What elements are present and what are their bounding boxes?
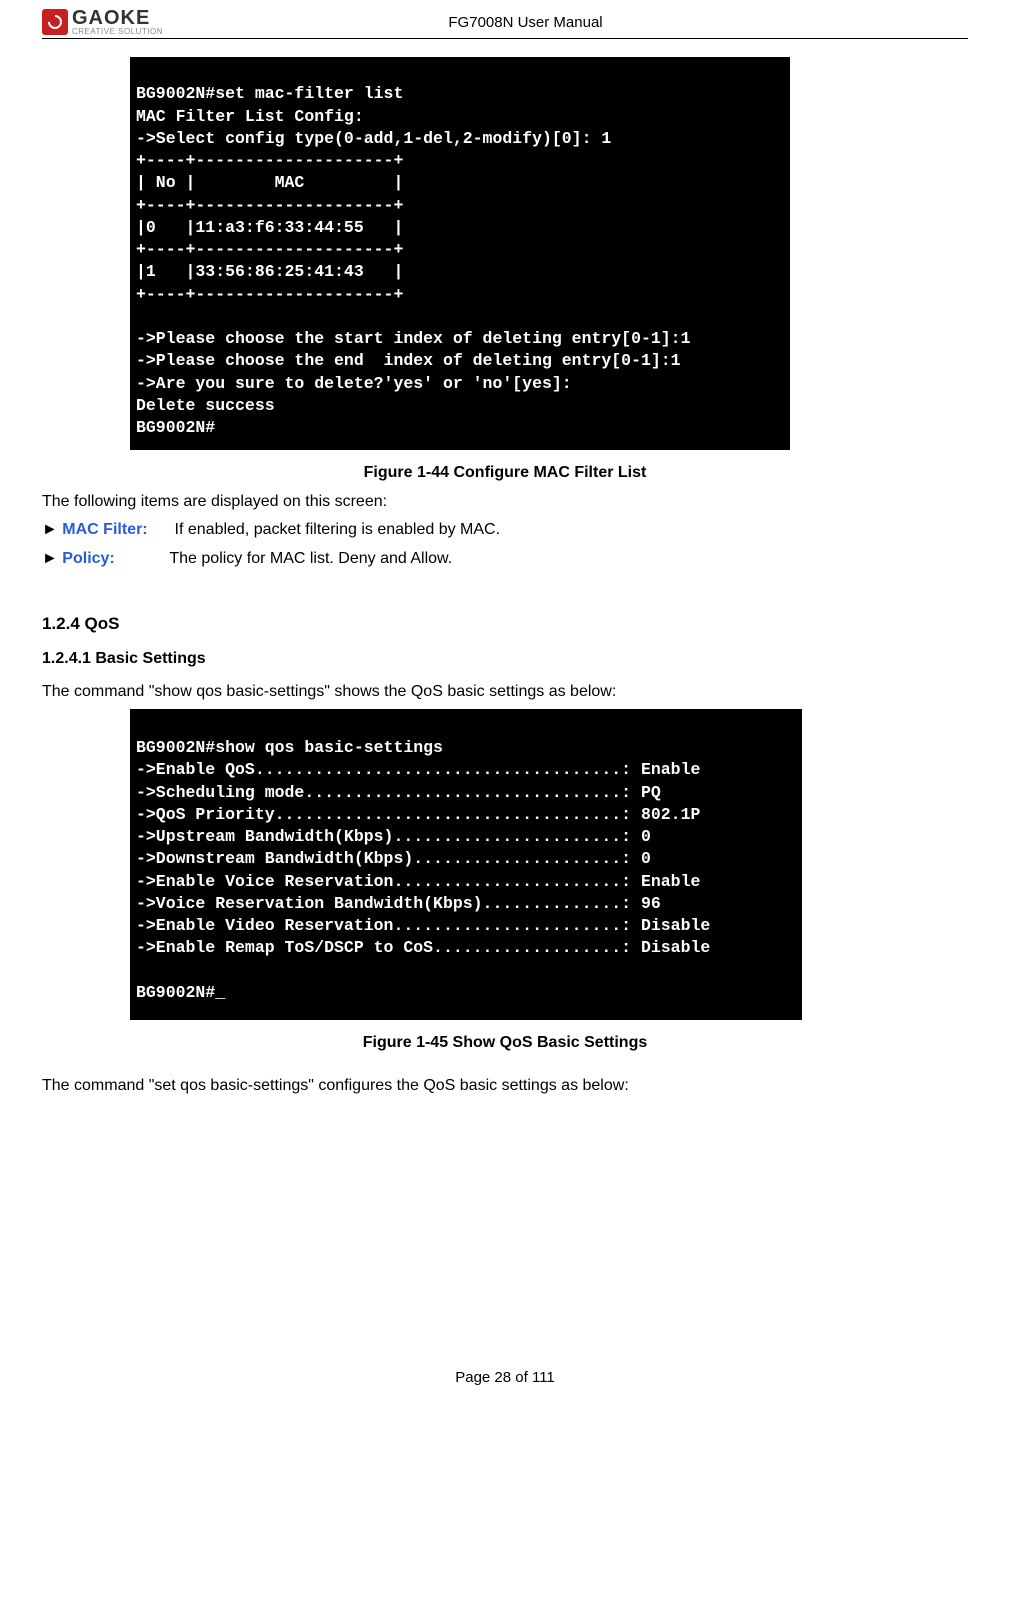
intro-text-3: The command "set qos basic-settings" con… — [42, 1074, 968, 1099]
terminal-line: +----+--------------------+ — [136, 196, 403, 215]
terminal-line: MAC Filter List Config: — [136, 107, 364, 126]
terminal-line: +----+--------------------+ — [136, 240, 403, 259]
terminal-line: ->Please choose the end index of deletin… — [136, 351, 681, 370]
intro-text-2: The command "show qos basic-settings" sh… — [42, 680, 968, 705]
terminal-line: BG9002N#show qos basic-settings — [136, 738, 443, 757]
terminal-line: ->Enable Video Reservation..............… — [136, 916, 710, 935]
bullet-desc: The policy for MAC list. Deny and Allow. — [169, 550, 452, 567]
section-heading-qos: 1.2.4 QoS — [42, 614, 968, 634]
terminal-line: ->Voice Reservation Bandwidth(Kbps).....… — [136, 894, 661, 913]
logo: GAOKE CREATIVE SOLUTION — [42, 8, 163, 36]
terminal-mac-filter: BG9002N#set mac-filter list MAC Filter L… — [130, 57, 790, 450]
bullet-label: Policy: — [62, 550, 114, 567]
logo-icon — [42, 9, 68, 35]
terminal-line: |0 |11:a3:f6:33:44:55 | — [136, 218, 403, 237]
terminal-line: ->Enable Voice Reservation..............… — [136, 872, 700, 891]
bullet-arrow-icon: ► — [42, 521, 58, 538]
bullet-arrow-icon: ► — [42, 550, 58, 567]
terminal-line: BG9002N#set mac-filter list — [136, 84, 403, 103]
figure-caption-1: Figure 1-44 Configure MAC Filter List — [42, 464, 968, 482]
terminal-line: ->Downstream Bandwidth(Kbps)............… — [136, 849, 651, 868]
terminal-line: ->Upstream Bandwidth(Kbps)..............… — [136, 827, 651, 846]
terminal-line: +----+--------------------+ — [136, 285, 403, 304]
bullet-label: MAC Filter: — [62, 521, 147, 538]
terminal-qos-show: BG9002N#show qos basic-settings ->Enable… — [130, 709, 802, 1020]
bullet-policy: ► Policy: The policy for MAC list. Deny … — [42, 547, 968, 572]
bullet-mac-filter: ► MAC Filter: If enabled, packet filteri… — [42, 518, 968, 543]
terminal-line: ->Please choose the start index of delet… — [136, 329, 691, 348]
terminal-line: ->Enable Remap ToS/DSCP to CoS..........… — [136, 938, 710, 957]
doc-title: FG7008N User Manual — [163, 14, 968, 31]
logo-text-main: GAOKE — [72, 8, 163, 28]
subsection-heading-basic: 1.2.4.1 Basic Settings — [42, 650, 968, 668]
terminal-line: ->QoS Priority..........................… — [136, 805, 700, 824]
terminal-line: ->Enable QoS............................… — [136, 760, 700, 779]
figure-caption-2: Figure 1-45 Show QoS Basic Settings — [42, 1034, 968, 1052]
terminal-line: Delete success — [136, 396, 275, 415]
terminal-line: BG9002N#_ — [136, 983, 225, 1002]
page-header: GAOKE CREATIVE SOLUTION FG7008N User Man… — [42, 8, 968, 39]
logo-text-sub: CREATIVE SOLUTION — [72, 28, 163, 36]
terminal-line: ->Are you sure to delete?'yes' or 'no'[y… — [136, 374, 572, 393]
bullet-desc: If enabled, packet filtering is enabled … — [175, 521, 501, 538]
terminal-line: | No | MAC | — [136, 173, 403, 192]
terminal-line: ->Scheduling mode.......................… — [136, 783, 661, 802]
terminal-line: BG9002N# — [136, 418, 215, 437]
terminal-line: ->Select config type(0-add,1-del,2-modif… — [136, 129, 611, 148]
terminal-line: |1 |33:56:86:25:41:43 | — [136, 262, 403, 281]
terminal-line: +----+--------------------+ — [136, 151, 403, 170]
page-footer: Page 28 of 111 — [42, 1369, 968, 1386]
intro-text-1: The following items are displayed on thi… — [42, 490, 968, 515]
